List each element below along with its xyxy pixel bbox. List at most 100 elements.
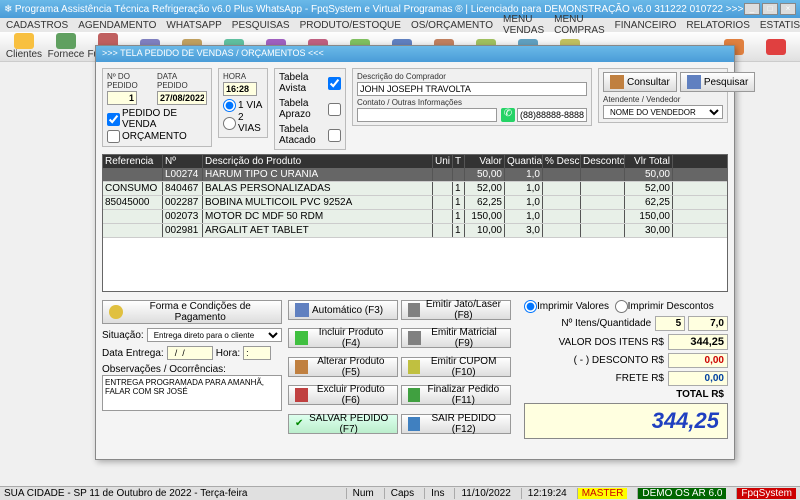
incluir-button[interactable]: Incluir Produto (F4)	[288, 328, 398, 348]
tabela-avista-checkbox[interactable]	[328, 77, 341, 90]
consultar-button[interactable]: Consultar	[603, 72, 677, 92]
pagamento-button[interactable]: Forma e Condições de Pagamento	[102, 300, 282, 324]
finalizar-button[interactable]: Finalizar Pedido (F11)	[401, 385, 511, 405]
salvar-button[interactable]: ✔SALVAR PEDIDO (F7)	[288, 414, 398, 434]
menubar: CADASTROS AGENDAMENTO WHATSAPP PESQUISAS…	[0, 18, 800, 32]
status-num: Num	[346, 488, 374, 499]
exit-icon	[766, 39, 786, 55]
valor-label: VALOR DOS ITENS R$	[524, 337, 664, 348]
contact-label: Contato / Outras Informações	[357, 98, 497, 107]
tool-exit[interactable]	[756, 39, 796, 55]
pedido-venda-checkbox[interactable]	[107, 113, 120, 126]
menu-whatsapp[interactable]: WHATSAPP	[166, 20, 221, 31]
hora-input[interactable]	[223, 82, 257, 96]
itens-label: Nº Itens/Quantidade	[524, 318, 651, 329]
pesquisar-button[interactable]: Pesquisar	[680, 72, 755, 92]
obs-textarea[interactable]: ENTREGA PROGRAMADA PARA AMANHÃ, FALAR CO…	[102, 375, 282, 411]
menu-cadastros[interactable]: CADASTROS	[6, 20, 68, 31]
window-titlebar: ❄ Programa Assistência Técnica Refrigera…	[0, 0, 800, 18]
status-ins: Ins	[424, 488, 444, 499]
order-no-input[interactable]	[107, 91, 137, 105]
menu-compras[interactable]: MENU COMPRAS	[554, 14, 605, 36]
check-icon	[408, 388, 420, 402]
orcamento-label: ORÇAMENTO	[122, 131, 187, 142]
modal-title: >>> TELA PEDIDO DE VENDAS / ORÇAMENTOS <…	[96, 46, 734, 62]
hora-entrega-input[interactable]	[243, 346, 271, 360]
jato-button[interactable]: Emitir Jato/Laser (F8)	[401, 300, 511, 320]
situacao-select[interactable]: Entrega direto para o cliente	[147, 328, 282, 342]
imprimir-desc-radio[interactable]	[615, 300, 628, 313]
auto-icon	[295, 303, 309, 317]
automatico-button[interactable]: Automático (F3)	[288, 300, 398, 320]
menu-agendamento[interactable]: AGENDAMENTO	[78, 20, 156, 31]
data-entrega-input[interactable]	[167, 346, 213, 360]
status-time: 12:19:24	[521, 488, 567, 499]
tool-fornece[interactable]: Fornece	[46, 33, 86, 60]
printer2-icon	[408, 331, 421, 345]
desc-label: ( - ) DESCONTO R$	[524, 355, 664, 366]
minimize-button[interactable]: _	[744, 3, 760, 15]
qtd-value: 7,0	[688, 316, 728, 331]
imprimir-valores-radio[interactable]	[524, 300, 537, 313]
table-row[interactable]: L00274HARUM TIPO C URANIA50,001,050,00	[103, 168, 727, 182]
edit-icon	[295, 360, 308, 374]
attendant-select[interactable]: NOME DO VENDEDOR	[603, 105, 723, 119]
menu-vendas[interactable]: MENU VENDAS	[503, 14, 544, 36]
hora-label: HORA	[223, 72, 263, 81]
desc-value: 0,00	[668, 353, 728, 368]
close-button[interactable]: ×	[780, 3, 796, 15]
pedido-venda-label: PEDIDO DE VENDA	[122, 108, 207, 130]
whatsapp-icon[interactable]: ✆	[501, 108, 515, 122]
table-row[interactable]: 002981ARGALIT AET TABLET110,003,030,00	[103, 224, 727, 238]
imprimir-desc-label: Imprimir Descontos	[628, 301, 714, 312]
status-demo: DEMO OS AR 6.0	[637, 488, 726, 499]
tabela-avista-label: Tabela Avista	[279, 72, 326, 94]
printer-icon	[408, 303, 420, 317]
phone-input[interactable]	[517, 108, 587, 122]
frete-value: 0,00	[668, 371, 728, 386]
table-row[interactable]: CONSUMO840467BALAS PERSONALIZADAS152,001…	[103, 182, 727, 196]
matricial-button[interactable]: Emitir Matricial (F9)	[401, 328, 511, 348]
frete-label: FRETE R$	[524, 373, 664, 384]
vias1-radio[interactable]	[223, 99, 236, 112]
obs-label: Observações / Ocorrências:	[102, 364, 226, 375]
alterar-button[interactable]: Alterar Produto (F5)	[288, 357, 398, 377]
products-grid[interactable]: ReferenciaNºDescrição do ProdutoUniTValo…	[102, 154, 728, 292]
hora-entrega-label: Hora:	[216, 348, 240, 359]
contact-input[interactable]	[357, 108, 497, 122]
buyer-label: Descrição do Comprador	[357, 72, 587, 81]
table-row[interactable]: 002073MOTOR DC MDF 50 RDM1150,001,0150,0…	[103, 210, 727, 224]
statusbar: SUA CIDADE - SP 11 de Outubro de 2022 - …	[0, 486, 800, 500]
tool-clientes[interactable]: Clientes	[4, 33, 44, 60]
imprimir-valores-label: Imprimir Valores	[537, 301, 609, 312]
itens-value: 5	[655, 316, 685, 331]
table-row[interactable]: 85045000002287BOBINA MULTICOIL PVC 9252A…	[103, 196, 727, 210]
receipt-icon	[408, 360, 420, 374]
menu-produto[interactable]: PRODUTO/ESTOQUE	[300, 20, 401, 31]
status-fpq: FpqSystem	[736, 488, 796, 499]
vias1-label: 1 VIA	[238, 100, 262, 111]
menu-pesquisas[interactable]: PESQUISAS	[232, 20, 290, 31]
menu-os[interactable]: OS/ORÇAMENTO	[411, 20, 493, 31]
window-title: Programa Assistência Técnica Refrigeraçã…	[15, 4, 743, 15]
tabela-atacado-checkbox[interactable]	[328, 129, 341, 142]
cupom-button[interactable]: Emitir CUPOM (F10)	[401, 357, 511, 377]
order-no-label: Nº DO PEDIDO	[107, 72, 153, 90]
buyer-input[interactable]	[357, 82, 587, 96]
orcamento-checkbox[interactable]	[107, 130, 120, 143]
maximize-button[interactable]: □	[762, 3, 778, 15]
sair-button[interactable]: SAIR PEDIDO (F12)	[401, 414, 511, 434]
plus-icon	[295, 331, 308, 345]
excluir-button[interactable]: Excluir Produto (F6)	[288, 385, 398, 405]
total-label: TOTAL R$	[524, 389, 724, 400]
tabela-aprazo-checkbox[interactable]	[328, 103, 341, 116]
menu-estatistica[interactable]: ESTATISTICA	[760, 20, 800, 31]
vias2-radio[interactable]	[223, 117, 236, 130]
save-check-icon: ✔	[295, 418, 303, 429]
menu-relatorios[interactable]: RELATORIOS	[686, 20, 750, 31]
exit2-icon	[408, 417, 420, 431]
order-date-input[interactable]	[157, 91, 207, 105]
grid-header: ReferenciaNºDescrição do ProdutoUniTValo…	[103, 155, 727, 168]
menu-financeiro[interactable]: FINANCEIRO	[615, 20, 677, 31]
app-icon: ❄	[4, 4, 12, 15]
